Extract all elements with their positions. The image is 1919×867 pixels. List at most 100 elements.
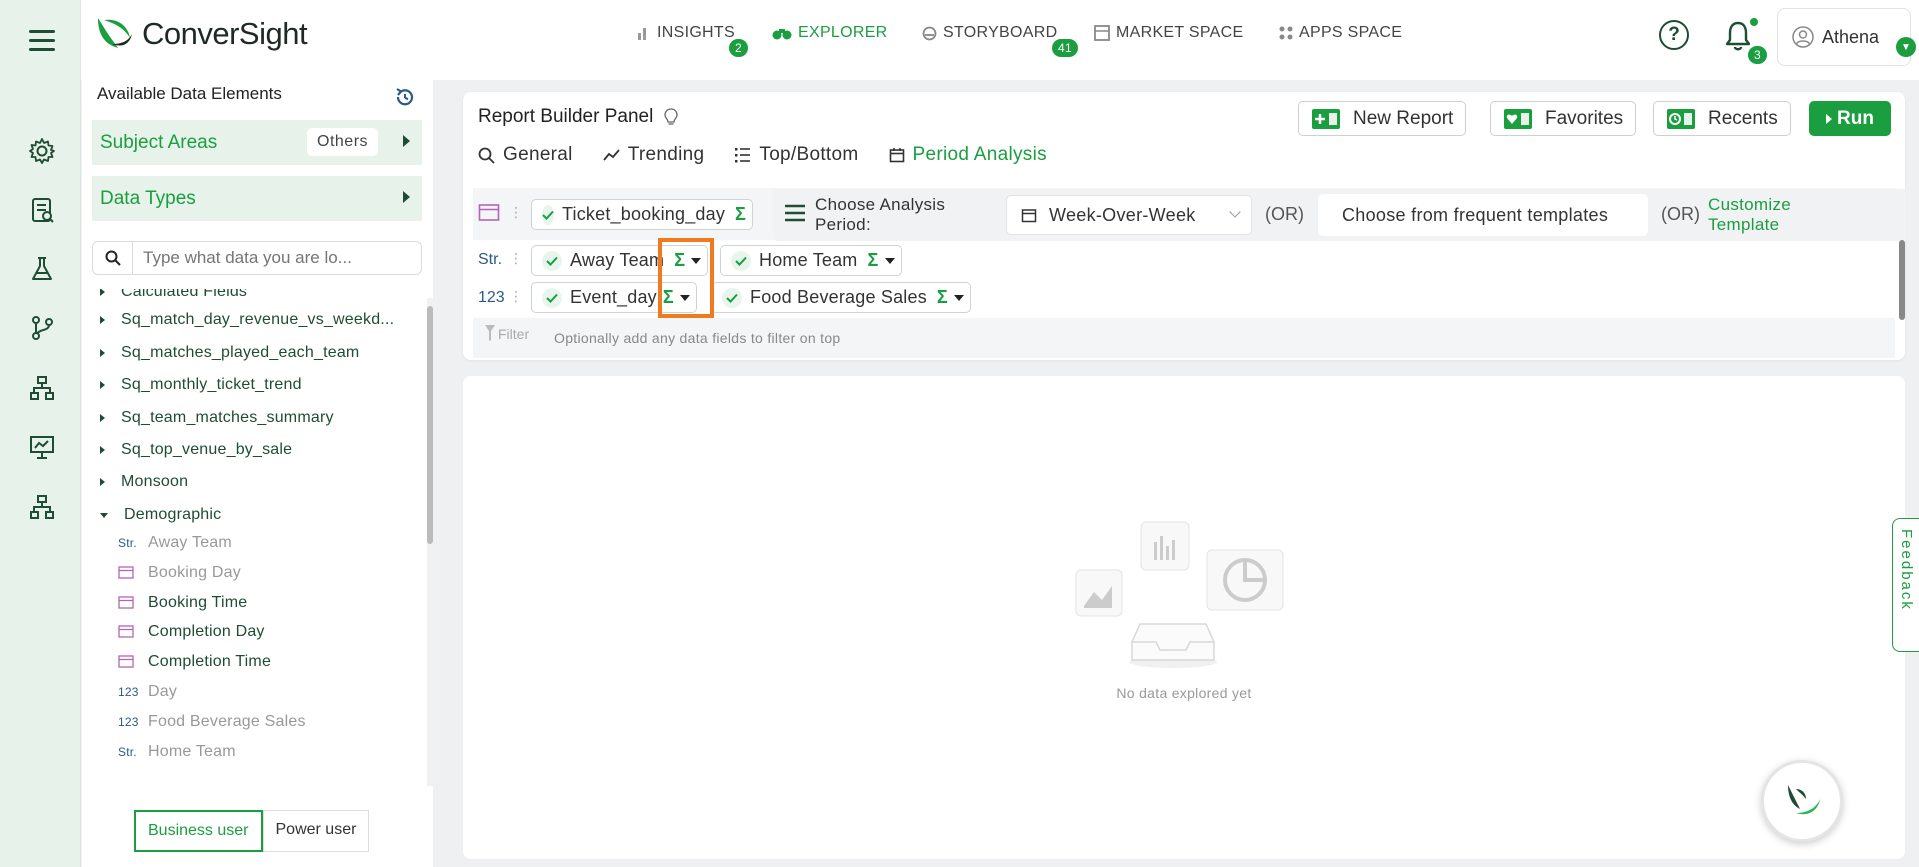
subject-area-tag[interactable]: Others xyxy=(307,128,379,156)
chip-label: Home Team xyxy=(759,250,858,270)
template-select[interactable]: Choose from frequent templates xyxy=(1318,194,1648,236)
nav-explorer[interactable]: EXPLORER xyxy=(772,24,888,42)
menu-icon[interactable] xyxy=(29,30,55,52)
user-name: Athena xyxy=(1822,26,1880,47)
workflow-branch-icon[interactable] xyxy=(27,313,57,343)
field-item[interactable]: 123 Food Beverage Sales xyxy=(118,713,306,731)
brand-logo[interactable]: ConverSight xyxy=(94,14,308,54)
refresh-icon[interactable] xyxy=(394,86,416,113)
field-label: Day xyxy=(148,683,178,700)
dropdown-arrow-icon[interactable] xyxy=(953,294,964,301)
field-item[interactable]: 123 Day xyxy=(118,683,177,701)
search-input[interactable] xyxy=(133,248,413,268)
tab-label: Period Analysis xyxy=(912,144,1047,165)
settings-icon[interactable] xyxy=(27,136,57,166)
favorites-icon xyxy=(1504,108,1532,129)
tree-item[interactable]: Sq_monthly_ticket_trend xyxy=(100,376,302,394)
tree-item-calculated-fields[interactable]: Calculated Fields xyxy=(100,289,247,301)
report-icon[interactable] xyxy=(27,195,57,225)
field-item[interactable]: Completion Time xyxy=(118,653,271,671)
field-item[interactable]: Booking Day xyxy=(118,564,241,582)
tab-top-bottom[interactable]: Top/Bottom xyxy=(734,144,858,166)
customize-template-link[interactable]: Customize Template xyxy=(1708,195,1828,235)
nav-apps-space[interactable]: APPS SPACE xyxy=(1279,24,1402,42)
help-icon[interactable]: ? xyxy=(1659,20,1689,50)
field-item[interactable]: Booking Time xyxy=(118,594,247,612)
home-team-chip[interactable]: Home Team Σ xyxy=(720,245,902,276)
nav-storyboard[interactable]: STORYBOARD 41 xyxy=(922,24,1078,57)
user-avatar-icon xyxy=(1792,26,1814,48)
business-user-button[interactable]: Business user xyxy=(134,810,263,852)
notification-count: 3 xyxy=(1748,46,1767,64)
drag-handle-icon[interactable]: ⋮ xyxy=(509,204,523,221)
food-beverage-sales-chip[interactable]: Food Beverage Sales Σ xyxy=(711,282,971,313)
insights-badge: 2 xyxy=(729,39,748,57)
field-item[interactable]: Str. Away Team xyxy=(118,534,232,552)
filter-hint: Optionally add any data fields to filter… xyxy=(554,330,841,346)
drag-handle-icon[interactable]: ⋮ xyxy=(509,250,523,267)
data-tree: Calculated Fields Sq_match_day_revenue_v… xyxy=(82,289,427,782)
hierarchy-icon[interactable] xyxy=(27,373,57,403)
field-item[interactable]: Completion Day xyxy=(118,623,265,641)
filter-label: Filter xyxy=(498,326,530,342)
user-menu-caret-icon[interactable]: ▼ xyxy=(1896,37,1916,57)
chip-label: Food Beverage Sales xyxy=(750,287,927,307)
sigma-icon[interactable]: Σ xyxy=(735,204,746,225)
field-label: Booking Time xyxy=(148,594,248,611)
field-label: Food Beverage Sales xyxy=(148,713,306,730)
dropdown-arrow-icon[interactable] xyxy=(884,257,895,264)
field-label: Completion Time xyxy=(148,653,272,670)
storyboard-icon xyxy=(922,26,937,41)
lab-flask-icon[interactable] xyxy=(27,254,57,284)
new-report-button[interactable]: New Report xyxy=(1298,101,1467,136)
power-user-button[interactable]: Power user xyxy=(262,810,370,852)
brand-name: ConverSight xyxy=(142,16,308,51)
drag-handle-icon[interactable]: ⋮ xyxy=(509,288,523,305)
nav-market-space[interactable]: MARKET SPACE xyxy=(1094,24,1243,42)
conversight-logo-icon xyxy=(98,18,132,48)
analysis-period-select[interactable]: Week-Over-Week xyxy=(1006,195,1252,235)
subject-areas-accordion[interactable]: Subject Areas Others xyxy=(92,120,422,165)
tab-trending[interactable]: Trending xyxy=(603,144,705,166)
check-icon xyxy=(731,250,751,271)
expand-arrow-icon xyxy=(403,191,410,203)
tab-general[interactable]: General xyxy=(478,144,573,166)
run-button[interactable]: Run xyxy=(1809,101,1891,136)
check-icon xyxy=(542,204,554,225)
tab-period-analysis[interactable]: Period Analysis xyxy=(889,144,1047,166)
sigma-icon[interactable]: Σ xyxy=(868,250,879,271)
lightbulb-icon[interactable] xyxy=(663,107,679,127)
nav-insights[interactable]: INSIGHTS 2 xyxy=(637,24,748,57)
tree-item[interactable]: Monsoon xyxy=(100,473,188,491)
sigma-icon[interactable]: Σ xyxy=(937,287,948,308)
tree-item[interactable]: Sq_team_matches_summary xyxy=(100,409,334,427)
notifications-bell-icon[interactable]: 3 xyxy=(1724,18,1767,64)
feedback-tab[interactable]: Feedback xyxy=(1892,518,1919,652)
filter-drop-zone[interactable]: Filter xyxy=(485,324,529,342)
tree-item-label: Monsoon xyxy=(121,473,189,490)
highlight-box xyxy=(658,238,714,318)
tree-item[interactable]: Sq_top_venue_by_sale xyxy=(100,441,292,459)
user-menu[interactable]: Athena ▼ xyxy=(1777,8,1916,66)
assistant-chat-button[interactable] xyxy=(1761,760,1843,842)
data-search xyxy=(92,241,422,275)
analysis-period-bar: Choose Analysis Period: Week-Over-Week (… xyxy=(773,189,1906,241)
tree-item-label: Sq_team_matches_summary xyxy=(121,409,334,426)
tree-item-label: Demographic xyxy=(124,506,222,523)
date-chip[interactable]: Ticket_booking_day Σ xyxy=(531,199,753,230)
presentation-icon[interactable] xyxy=(27,432,57,462)
new-report-icon xyxy=(1312,108,1340,129)
favorites-button[interactable]: Favorites xyxy=(1490,101,1637,136)
field-item[interactable]: Str. Home Team xyxy=(118,743,236,761)
title-text: Report Builder Panel xyxy=(478,106,654,127)
builder-scrollbar[interactable] xyxy=(1899,240,1905,320)
tree-scrollbar[interactable] xyxy=(427,298,433,786)
tree-item[interactable]: Sq_match_day_revenue_vs_weekd... xyxy=(100,311,394,329)
menu-lines-icon[interactable] xyxy=(785,204,805,227)
tree-item-demographic[interactable]: Demographic xyxy=(100,506,221,524)
data-types-accordion[interactable]: Data Types xyxy=(92,176,422,221)
tree-item[interactable]: Sq_matches_played_each_team xyxy=(100,344,359,362)
field-label: Home Team xyxy=(148,743,236,760)
recents-button[interactable]: Recents xyxy=(1653,101,1791,136)
org-structure-icon[interactable] xyxy=(27,492,57,522)
